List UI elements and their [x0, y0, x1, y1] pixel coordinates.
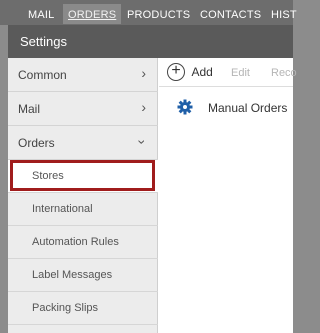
- sidebar-item-international[interactable]: International: [8, 193, 158, 226]
- list-item[interactable]: Manual Orders: [159, 90, 293, 124]
- plus-circle-icon: +: [167, 63, 185, 81]
- sidebar-group-label: Mail: [18, 102, 41, 116]
- chevron-down-icon: ›: [134, 139, 151, 145]
- sidebar-group-label: Orders: [18, 136, 55, 150]
- add-button-label: Add: [191, 65, 213, 79]
- list-item-label: Manual Orders: [208, 101, 288, 115]
- sidebar-item-label: Packing Slips: [32, 302, 99, 314]
- nav-contacts[interactable]: CONTACTS: [200, 9, 261, 21]
- sidebar-item-label: Label Messages: [32, 269, 113, 281]
- dialog-titlebar[interactable]: Settings: [8, 25, 293, 58]
- sidebar-group-common[interactable]: Common ›: [8, 58, 158, 92]
- nav-history[interactable]: HIST: [271, 9, 297, 21]
- sidebar-item-label: Stores: [32, 170, 64, 182]
- edit-button[interactable]: Edit: [231, 67, 250, 79]
- sidebar-group-label: Common: [18, 68, 67, 82]
- settings-dialog: Settings Common › Mail › Orders › Stores…: [8, 25, 297, 333]
- settings-content: + Add Edit Reco Manual Orders: [159, 58, 297, 333]
- sidebar-item-automation-rules[interactable]: Automation Rules: [8, 226, 158, 259]
- chevron-right-icon: ›: [141, 99, 146, 115]
- nav-orders[interactable]: ORDERS: [63, 4, 122, 24]
- sidebar-item-stores[interactable]: Stores: [8, 160, 158, 193]
- nav-mail[interactable]: MAIL: [28, 9, 54, 21]
- sidebar-group-orders[interactable]: Orders ›: [8, 126, 158, 160]
- reconnect-button[interactable]: Reco: [271, 67, 297, 79]
- settings-sidebar: Common › Mail › Orders › Stores Internat…: [8, 58, 158, 333]
- sidebar-item-label: International: [32, 203, 93, 215]
- sidebar-item-packing-slips[interactable]: Packing Slips: [8, 292, 158, 325]
- add-button[interactable]: + Add: [167, 63, 213, 83]
- sidebar-item-label: Automation Rules: [32, 236, 119, 248]
- sidebar-item-label-messages[interactable]: Label Messages: [8, 259, 158, 292]
- nav-products[interactable]: PRODUCTS: [127, 9, 190, 21]
- sidebar-group-mail[interactable]: Mail ›: [8, 92, 158, 126]
- chevron-right-icon: ›: [141, 65, 146, 81]
- content-toolbar: + Add Edit Reco: [159, 58, 297, 87]
- gear-icon: [177, 99, 193, 115]
- top-navigation: MAIL ORDERS PRODUCTS CONTACTS HIST: [0, 0, 297, 25]
- dialog-title: Settings: [20, 34, 67, 49]
